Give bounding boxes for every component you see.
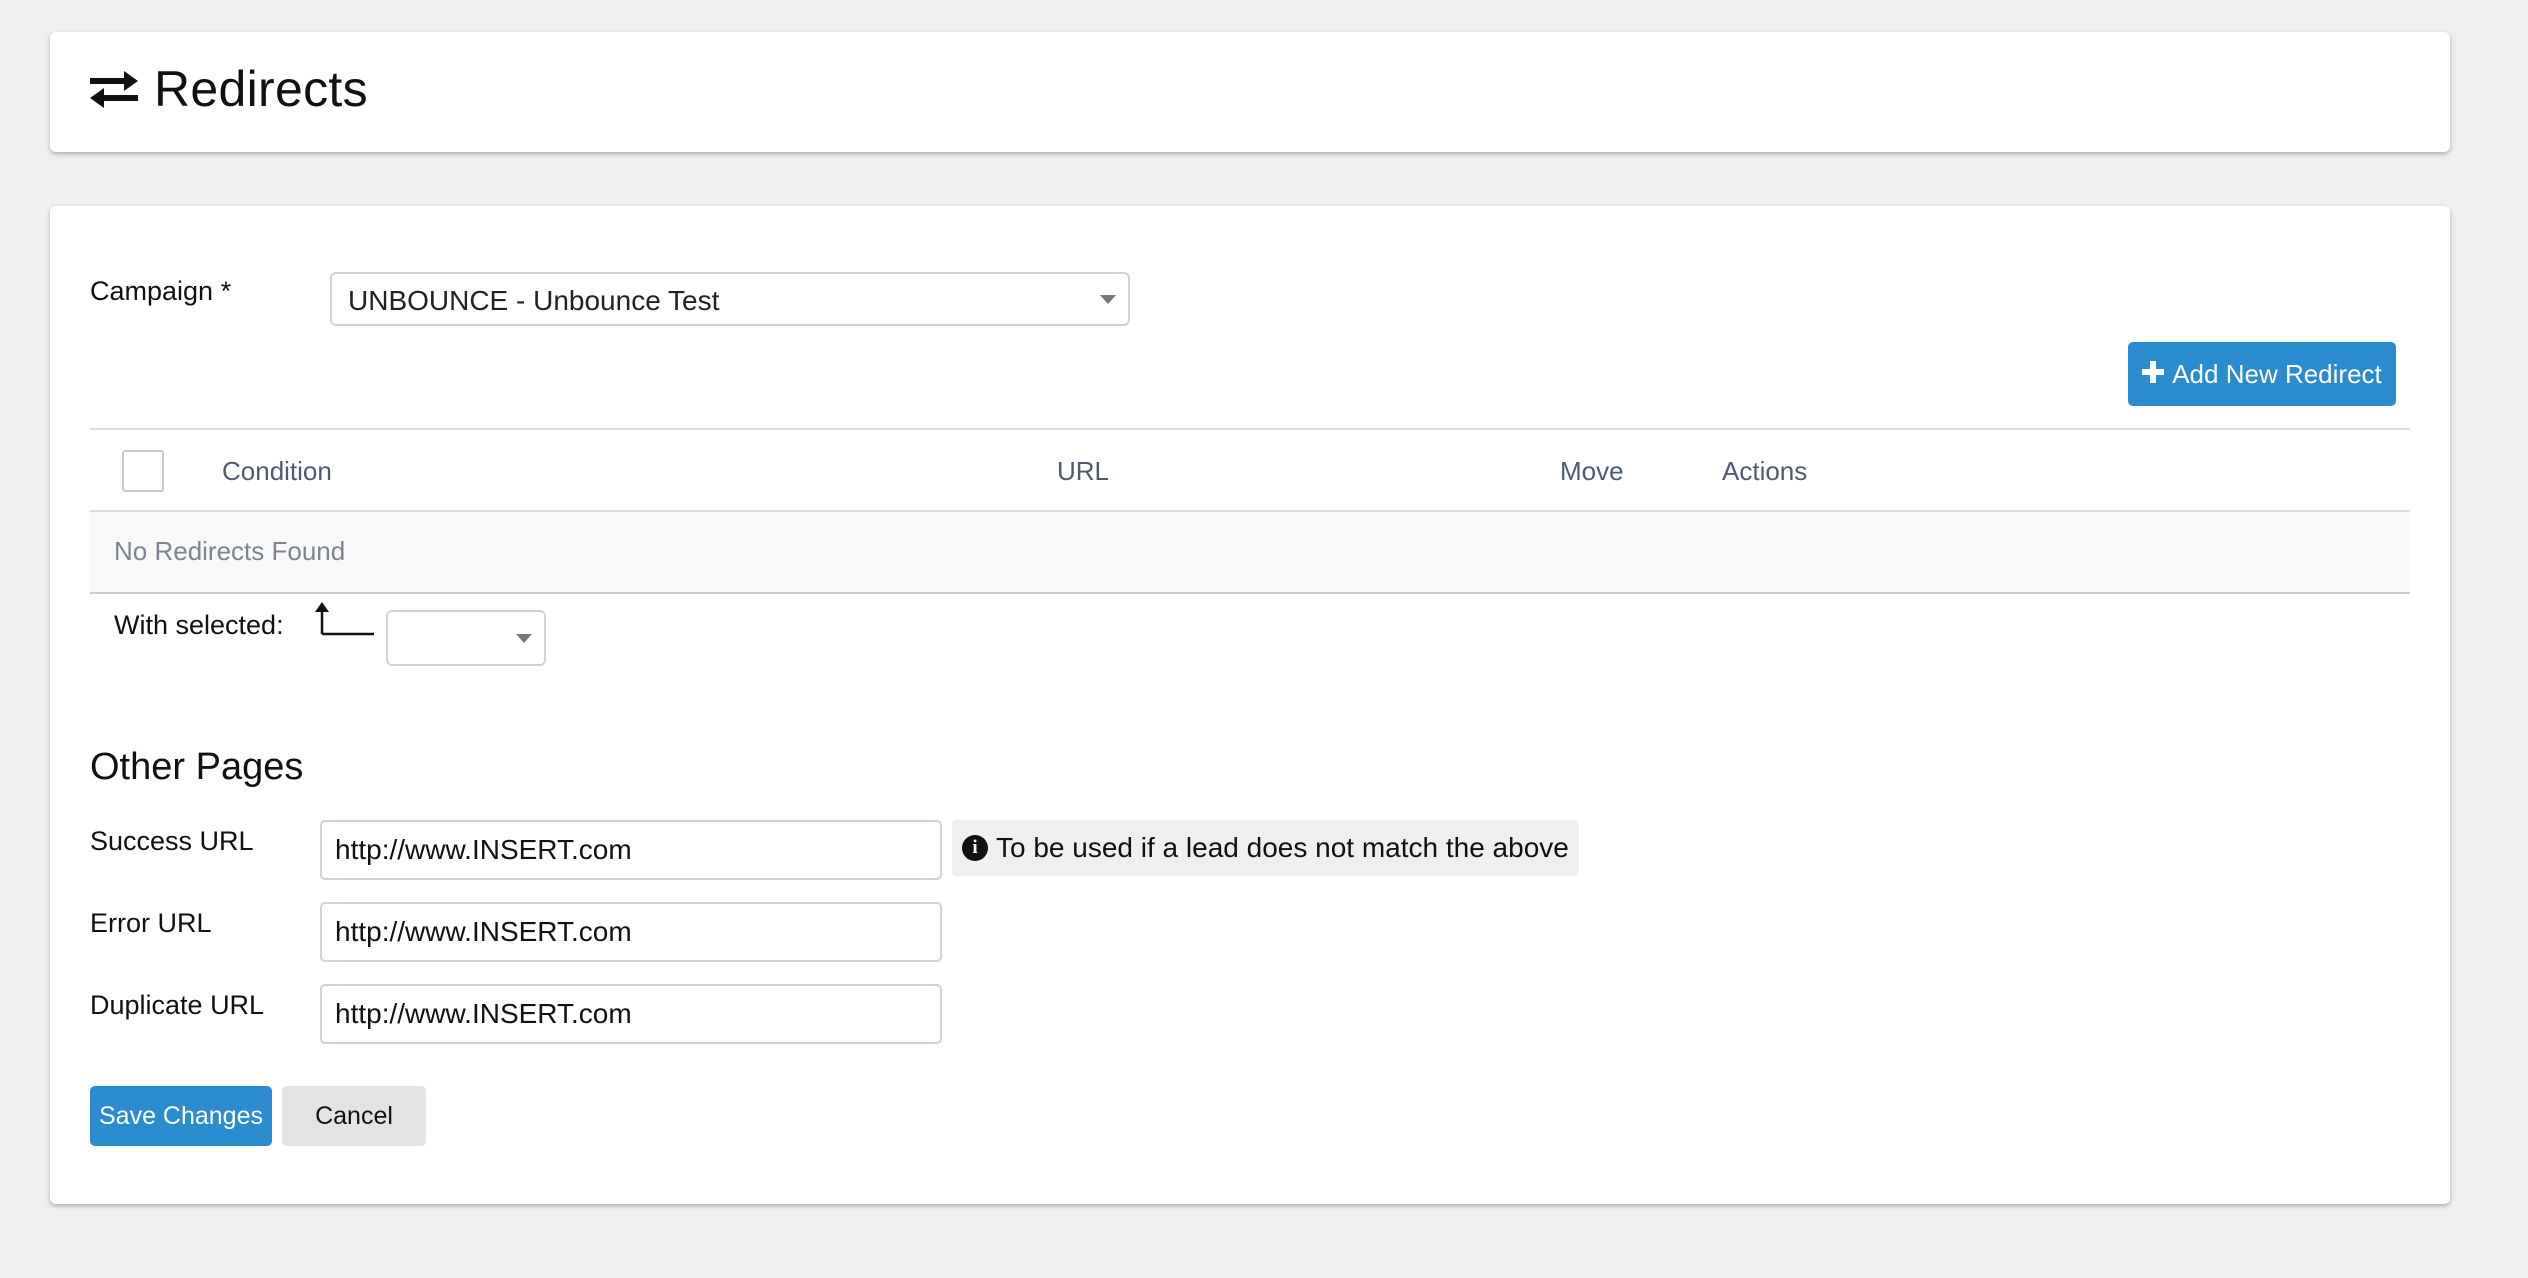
- plus-icon: [2142, 359, 2165, 390]
- table-top-border: [90, 428, 2410, 430]
- error-url-input[interactable]: [320, 902, 942, 962]
- success-url-hint: i To be used if a lead does not match th…: [952, 820, 1579, 876]
- column-header-condition[interactable]: Condition: [222, 456, 332, 487]
- page-title: Redirects: [88, 60, 368, 118]
- column-header-url[interactable]: URL: [1057, 456, 1109, 487]
- bulk-action-select[interactable]: [386, 610, 546, 666]
- page-header-card: Redirects: [50, 32, 2450, 152]
- cancel-button[interactable]: Cancel: [282, 1086, 426, 1146]
- select-all-checkbox[interactable]: [122, 450, 164, 492]
- add-new-redirect-label: Add New Redirect: [2172, 358, 2382, 389]
- error-url-label: Error URL: [90, 908, 212, 938]
- with-selected-label: With selected:: [114, 610, 284, 640]
- campaign-select[interactable]: UNBOUNCE - Unbounce Test: [330, 272, 1130, 326]
- other-pages-heading: Other Pages: [90, 746, 304, 788]
- chevron-down-icon: [1100, 295, 1116, 304]
- duplicate-url-input[interactable]: [320, 984, 942, 1044]
- success-url-hint-text: To be used if a lead does not match the …: [996, 832, 1569, 863]
- info-circle-icon: i: [962, 835, 988, 861]
- table-bottom-border: [90, 592, 2410, 594]
- success-url-input[interactable]: [320, 820, 942, 880]
- chevron-down-icon: [516, 634, 532, 643]
- success-url-label: Success URL: [90, 826, 254, 856]
- column-header-move[interactable]: Move: [1560, 456, 1624, 487]
- campaign-label: Campaign *: [90, 276, 232, 306]
- save-changes-button[interactable]: Save Changes: [90, 1086, 272, 1146]
- redirects-form-card: Campaign * UNBOUNCE - Unbounce Test Add …: [50, 206, 2450, 1204]
- duplicate-url-label: Duplicate URL: [90, 990, 265, 1020]
- corner-up-arrow-icon: [312, 602, 374, 643]
- campaign-select-value: UNBOUNCE - Unbounce Test: [348, 285, 720, 316]
- exchange-arrows-icon: [88, 69, 140, 109]
- column-header-actions[interactable]: Actions: [1722, 456, 1807, 487]
- add-new-redirect-button[interactable]: Add New Redirect: [2128, 342, 2396, 406]
- page-title-text: Redirects: [154, 61, 368, 117]
- table-empty-row: No Redirects Found: [90, 512, 2410, 592]
- empty-message: No Redirects Found: [114, 536, 346, 566]
